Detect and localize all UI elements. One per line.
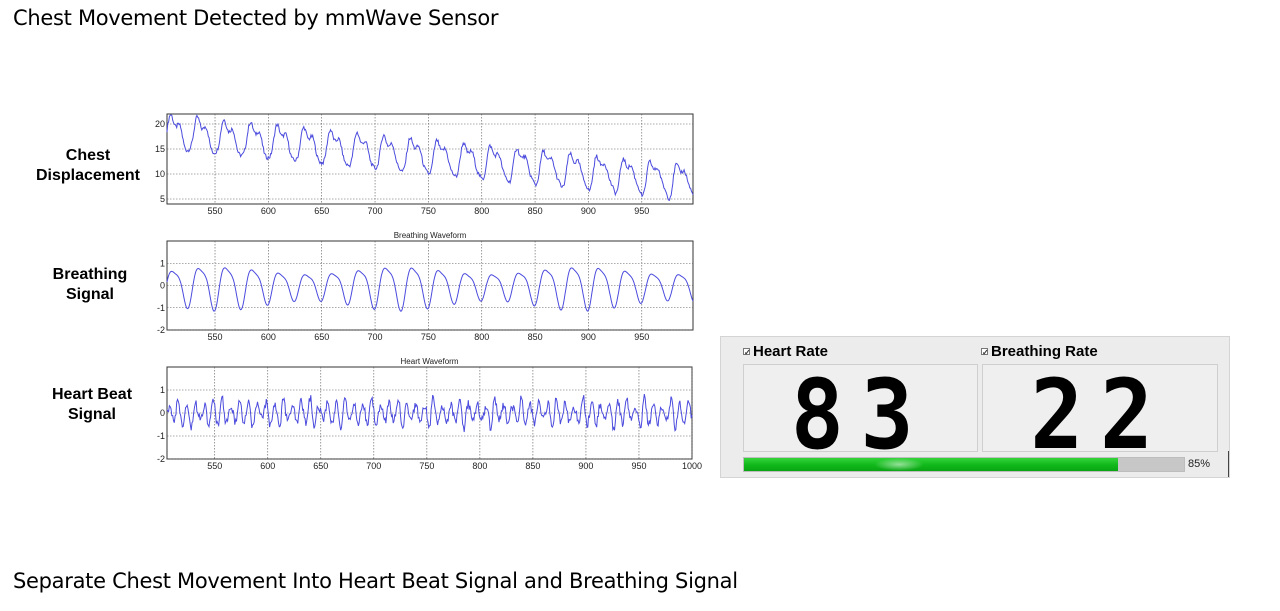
page-caption: Separate Chest Movement Into Heart Beat … — [13, 569, 738, 593]
x-tick-label: 900 — [581, 206, 596, 216]
label-line: Chest — [65, 147, 111, 164]
x-tick-label: 650 — [314, 332, 329, 342]
vital-rates-panel: ✓ Heart Rate ✓ Breathing Rate 83 22 85% — [720, 336, 1230, 478]
x-tick-label: 900 — [581, 332, 596, 342]
page-title: Chest Movement Detected by mmWave Sensor — [13, 6, 499, 30]
x-tick-label: 700 — [368, 332, 383, 342]
heart-beat-signal-label: Heart Beat Signal — [32, 385, 152, 425]
heart-rate-value: 83 — [790, 359, 931, 471]
heart-rate-toggle[interactable]: ✓ Heart Rate — [743, 343, 828, 360]
x-tick-label: 700 — [366, 461, 381, 471]
x-tick-label: 550 — [207, 206, 222, 216]
y-tick-label: 0 — [160, 281, 165, 291]
x-tick-label: 650 — [313, 461, 328, 471]
plot-title: Breathing Waveform — [394, 231, 467, 240]
label-line: Signal — [65, 286, 114, 303]
breathing-rate-label: Breathing Rate — [991, 343, 1098, 360]
x-tick-label: 600 — [261, 332, 276, 342]
x-tick-label: 850 — [525, 461, 540, 471]
chest-displacement-label: Chest Displacement — [28, 146, 148, 186]
x-tick-label: 700 — [368, 206, 383, 216]
x-tick-label: 600 — [260, 461, 275, 471]
y-tick-label: 1 — [160, 258, 165, 268]
breathing-rate-toggle[interactable]: ✓ Breathing Rate — [981, 343, 1098, 360]
y-tick-label: 15 — [155, 144, 165, 154]
label-line: Displacement — [35, 167, 141, 184]
x-tick-label: 550 — [207, 332, 222, 342]
x-tick-label: 800 — [474, 206, 489, 216]
x-tick-label: 950 — [634, 332, 649, 342]
progress-percent: 85% — [1188, 458, 1211, 470]
y-tick-label: 20 — [155, 119, 165, 129]
checkbox-icon[interactable]: ✓ — [981, 348, 989, 357]
x-tick-label: 800 — [474, 332, 489, 342]
y-tick-label: 1 — [160, 385, 165, 395]
y-tick-label: 0 — [160, 408, 165, 418]
y-tick-label: 10 — [155, 169, 165, 179]
panel-edge — [1228, 451, 1229, 477]
breathing-rate-display: 22 — [982, 359, 1218, 471]
progress-shine — [874, 458, 924, 471]
heart-rate-label: Heart Rate — [753, 343, 829, 360]
x-tick-label: 850 — [528, 332, 543, 342]
x-tick-label: 650 — [314, 206, 329, 216]
y-tick-label: -2 — [157, 325, 165, 335]
y-tick-label: 5 — [160, 194, 165, 204]
x-tick-label: 900 — [578, 461, 593, 471]
y-tick-label: -1 — [157, 431, 165, 441]
breathing-rate-value: 22 — [1030, 359, 1170, 471]
y-tick-label: -2 — [157, 454, 165, 464]
label-line: Breathing — [52, 266, 128, 283]
x-tick-label: 750 — [419, 461, 434, 471]
x-tick-label: 800 — [472, 461, 487, 471]
plot-title: Heart Waveform — [401, 357, 459, 366]
checkbox-icon[interactable]: ✓ — [743, 348, 751, 357]
x-tick-label: 950 — [631, 461, 646, 471]
y-tick-label: -1 — [157, 303, 165, 313]
x-tick-label: 550 — [207, 461, 222, 471]
x-tick-label: 850 — [528, 206, 543, 216]
x-tick-label: 600 — [261, 206, 276, 216]
breathing-signal-label: Breathing Signal — [30, 265, 150, 305]
label-line: Heart Beat — [51, 386, 133, 403]
label-line: Signal — [67, 406, 116, 423]
x-tick-label: 950 — [634, 206, 649, 216]
x-tick-label: 750 — [421, 332, 436, 342]
signal-progress-bar — [743, 457, 1185, 472]
heart-rate-display: 83 — [743, 359, 978, 471]
progress-fill — [744, 458, 1118, 471]
x-tick-label: 750 — [421, 206, 436, 216]
x-tick-label: 1000 — [682, 461, 702, 471]
waveform-plots: 550 600 650 700 750 800 850 900 9505101520550 600… — [155, 113, 702, 471]
